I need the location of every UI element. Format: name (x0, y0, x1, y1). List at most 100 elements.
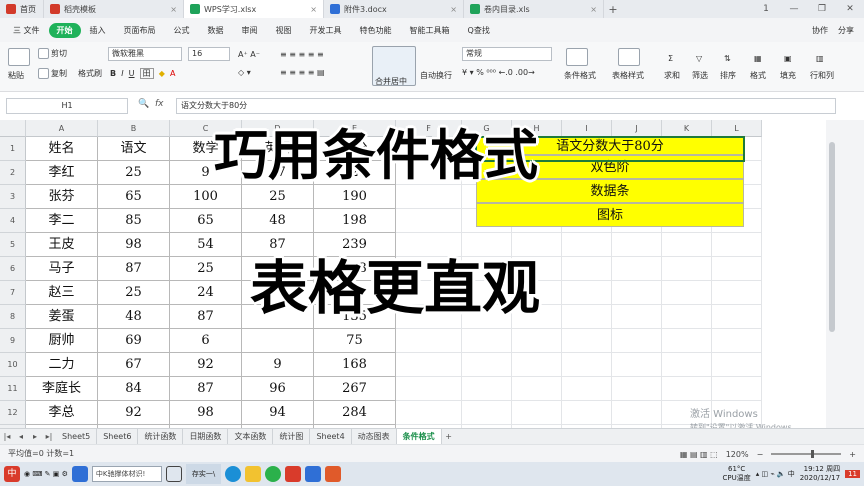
zoom-slider-handle[interactable] (811, 450, 815, 458)
other-app-icon[interactable] (325, 464, 342, 484)
wrap-text-button[interactable]: 自动换行 (420, 70, 452, 81)
column-header-I[interactable]: I (562, 120, 612, 137)
wps-icon[interactable] (285, 464, 302, 484)
row-header-5[interactable]: 5 (0, 233, 26, 257)
column-header-L[interactable]: L (712, 120, 762, 137)
row-header-9[interactable]: 9 (0, 329, 26, 353)
font-style-buttons[interactable]: B I U 田 ◆ A (110, 68, 175, 79)
table-header-cell[interactable]: 姓名 (26, 137, 98, 161)
empty-cell[interactable] (512, 377, 562, 401)
empty-cell[interactable] (562, 233, 612, 257)
view-mode-icons[interactable]: ▦ ▤ ▥ ⬚ (680, 450, 718, 459)
task-view-icon[interactable] (165, 464, 182, 484)
empty-cell[interactable] (662, 329, 712, 353)
close-tab-icon[interactable]: × (450, 5, 457, 14)
empty-cell[interactable] (396, 353, 462, 377)
table-cell[interactable]: 李庭长 (26, 377, 98, 401)
empty-cell[interactable] (712, 353, 762, 377)
row-header-6[interactable]: 6 (0, 257, 26, 281)
edge-icon[interactable] (225, 464, 242, 484)
explorer-icon[interactable] (245, 464, 262, 484)
document-tab-4[interactable]: 卷内目录.xls × (464, 0, 604, 18)
empty-cell[interactable] (562, 377, 612, 401)
empty-cell[interactable] (562, 401, 612, 425)
empty-cell[interactable] (396, 209, 462, 233)
empty-cell[interactable] (562, 329, 612, 353)
select-all-corner[interactable] (0, 120, 26, 137)
format-button[interactable]: 格式 (750, 70, 766, 81)
tray-tools-icon[interactable]: ◉ ⌨ ✎ ▣ ⚙ (24, 464, 68, 484)
filter-button[interactable]: 筛选 (692, 70, 708, 81)
conditional-format-icon[interactable] (566, 48, 588, 66)
empty-cell[interactable] (462, 329, 512, 353)
table-cell[interactable]: 48 (98, 305, 170, 329)
table-cell[interactable]: 张芬 (26, 185, 98, 209)
table-cell[interactable]: 二力 (26, 353, 98, 377)
close-window-icon[interactable]: ✕ (836, 0, 864, 18)
table-cell[interactable]: 54 (170, 233, 242, 257)
close-tab-icon[interactable]: × (170, 5, 177, 14)
start-icon[interactable] (71, 464, 88, 484)
document-tab-3[interactable]: 附件3.docx × (324, 0, 464, 18)
word-icon[interactable] (305, 464, 322, 484)
menu-page-layout[interactable]: 页面布局 (115, 25, 165, 36)
empty-cell[interactable] (612, 377, 662, 401)
empty-cell[interactable] (396, 401, 462, 425)
row-header-4[interactable]: 4 (0, 209, 26, 233)
sheet-tab[interactable]: 文本函数 (228, 428, 274, 445)
empty-cell[interactable] (512, 329, 562, 353)
empty-cell[interactable] (562, 257, 612, 281)
document-tab-2[interactable]: WPS学习.xlsx × (184, 0, 324, 18)
empty-cell[interactable] (612, 281, 662, 305)
font-name-select[interactable]: 微软雅黑 (108, 47, 182, 61)
table-cell[interactable]: 9 (242, 353, 314, 377)
sheet-tab[interactable]: 动态图表 (352, 428, 397, 445)
table-cell[interactable] (242, 329, 314, 353)
paste-icon[interactable] (8, 48, 30, 66)
scroll-thumb[interactable] (829, 142, 835, 332)
table-cell[interactable]: 李总 (26, 401, 98, 425)
paste-button[interactable]: 粘贴 (8, 70, 24, 81)
empty-cell[interactable] (612, 233, 662, 257)
empty-cell[interactable] (712, 305, 762, 329)
table-cell[interactable]: 25 (98, 161, 170, 185)
wechat-icon[interactable] (265, 464, 282, 484)
table-cell[interactable]: 87 (98, 257, 170, 281)
empty-cell[interactable] (712, 329, 762, 353)
table-header-cell[interactable]: 语文 (98, 137, 170, 161)
sheet-tab[interactable]: Sheet5 (56, 428, 98, 445)
empty-cell[interactable] (462, 401, 512, 425)
empty-cell[interactable] (712, 281, 762, 305)
row-header-7[interactable]: 7 (0, 281, 26, 305)
empty-cell[interactable] (662, 305, 712, 329)
empty-cell[interactable] (396, 329, 462, 353)
zoom-out-icon[interactable]: − (757, 450, 764, 459)
close-tab-icon[interactable]: × (590, 5, 597, 14)
sheet-tab[interactable]: 条件格式 (396, 428, 442, 445)
table-cell[interactable]: 李二 (26, 209, 98, 233)
notification-icon[interactable]: 11 (845, 470, 860, 478)
formula-input[interactable]: 语文分数大于80分 (176, 98, 836, 114)
empty-cell[interactable] (512, 401, 562, 425)
column-header-J[interactable]: J (612, 120, 662, 137)
empty-cell[interactable] (612, 329, 662, 353)
column-header-B[interactable]: B (98, 120, 170, 137)
row-header-8[interactable]: 8 (0, 305, 26, 329)
menu-review[interactable]: 审阅 (233, 25, 267, 36)
table-cell[interactable]: 65 (98, 185, 170, 209)
table-cell[interactable]: 98 (98, 233, 170, 257)
menu-data[interactable]: 数据 (199, 25, 233, 36)
menu-view[interactable]: 视图 (267, 25, 301, 36)
table-style-button[interactable]: 表格样式 (612, 70, 644, 81)
table-style-icon[interactable] (618, 48, 640, 66)
column-header-K[interactable]: K (662, 120, 712, 137)
column-header-A[interactable]: A (26, 120, 98, 137)
table-cell[interactable]: 98 (170, 401, 242, 425)
empty-cell[interactable] (662, 233, 712, 257)
table-cell[interactable]: 92 (98, 401, 170, 425)
empty-cell[interactable] (512, 353, 562, 377)
sheet-tab[interactable]: Sheet4 (310, 428, 352, 445)
format-painter-button[interactable]: 格式刷 (78, 68, 102, 79)
rowcol-button[interactable]: 行和列 (810, 70, 834, 81)
table-cell[interactable]: 马子 (26, 257, 98, 281)
